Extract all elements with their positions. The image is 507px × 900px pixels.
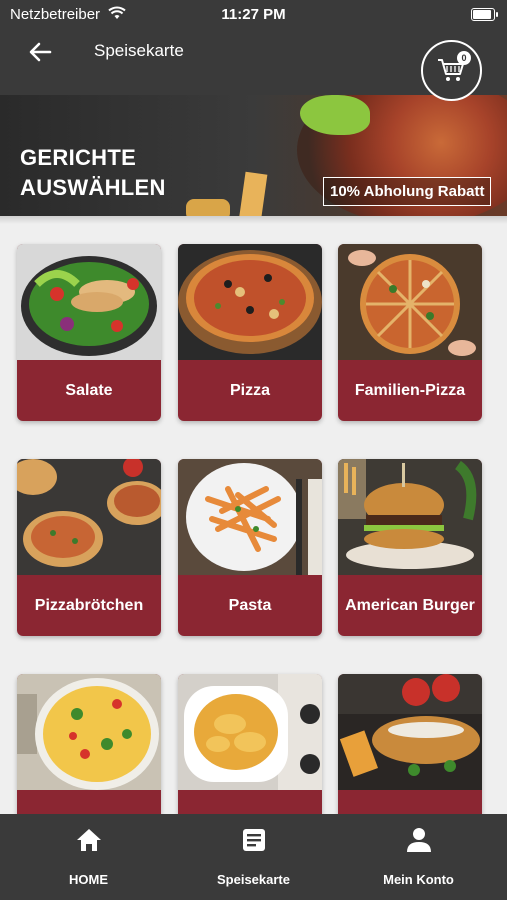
pasta-image <box>178 459 322 575</box>
category-grid: Salate Pizza Familien-Pizza Pizzabrötche… <box>0 0 507 900</box>
category-card-pasta[interactable]: Pasta <box>178 459 322 636</box>
nav-item-mein-konto[interactable]: Mein Konto <box>334 814 503 900</box>
nav-item-home[interactable]: HOME <box>4 814 173 900</box>
gratin-image <box>178 674 322 790</box>
category-label: Familien-Pizza <box>354 382 466 399</box>
category-card-familien-pizza[interactable]: Familien-Pizza <box>338 244 482 421</box>
nav-label: Speisekarte <box>217 872 290 887</box>
menu-icon <box>169 828 338 857</box>
category-card-pizza[interactable]: Pizza <box>178 244 322 421</box>
schnitzel-image <box>338 674 482 790</box>
bottom-navigation: HOME Speisekarte Mein Konto <box>0 814 507 900</box>
casserole-image <box>17 674 161 790</box>
category-label: Pasta <box>228 597 272 614</box>
burger-image <box>338 459 482 575</box>
home-icon <box>4 828 173 857</box>
pizza-rolls-image <box>17 459 161 575</box>
category-label: Pizzabrötchen <box>34 597 144 614</box>
family-pizza-image <box>338 244 482 360</box>
pizza-image <box>178 244 322 360</box>
category-card-pizzabroetchen[interactable]: Pizzabrötchen <box>17 459 161 636</box>
nav-label: Mein Konto <box>383 872 454 887</box>
account-icon <box>334 828 503 857</box>
nav-item-speisekarte[interactable]: Speisekarte <box>169 814 338 900</box>
category-label: Pizza <box>229 382 270 399</box>
category-card-salate[interactable]: Salate <box>17 244 161 421</box>
category-label: Salate <box>65 382 113 399</box>
category-label: American Burger <box>345 597 475 614</box>
category-card-american-burger[interactable]: American Burger <box>338 459 482 636</box>
salad-image <box>17 244 161 360</box>
nav-label: HOME <box>69 872 108 887</box>
